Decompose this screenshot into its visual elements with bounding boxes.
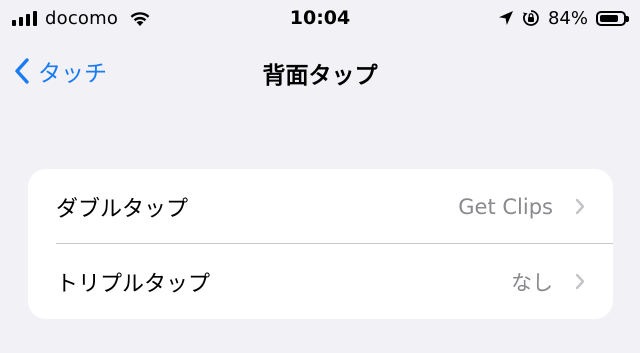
page-title: 背面タップ bbox=[262, 63, 378, 89]
location-arrow-icon bbox=[498, 11, 513, 25]
settings-group: ダブルタップ Get Clips トリプルタップ なし bbox=[28, 169, 613, 319]
setting-row-label: ダブルタップ bbox=[56, 196, 189, 222]
chevron-right-icon bbox=[575, 198, 585, 215]
status-bar: docomo 10:04 84% bbox=[0, 0, 640, 36]
battery-percentage: 84% bbox=[547, 7, 588, 29]
battery-icon bbox=[596, 10, 629, 26]
status-bar-right: 84% bbox=[498, 6, 629, 30]
setting-row-label: トリプルタップ bbox=[56, 271, 211, 297]
navigation-bar: タッチ 背面タップ bbox=[0, 36, 640, 106]
setting-row-value: Get Clips bbox=[458, 194, 553, 219]
setting-row-triple-tap[interactable]: トリプルタップ なし bbox=[28, 244, 613, 319]
setting-row-value: なし bbox=[511, 270, 553, 295]
setting-row-double-tap[interactable]: ダブルタップ Get Clips bbox=[28, 169, 613, 244]
orientation-lock-icon bbox=[522, 10, 539, 26]
chevron-right-icon bbox=[575, 273, 585, 290]
